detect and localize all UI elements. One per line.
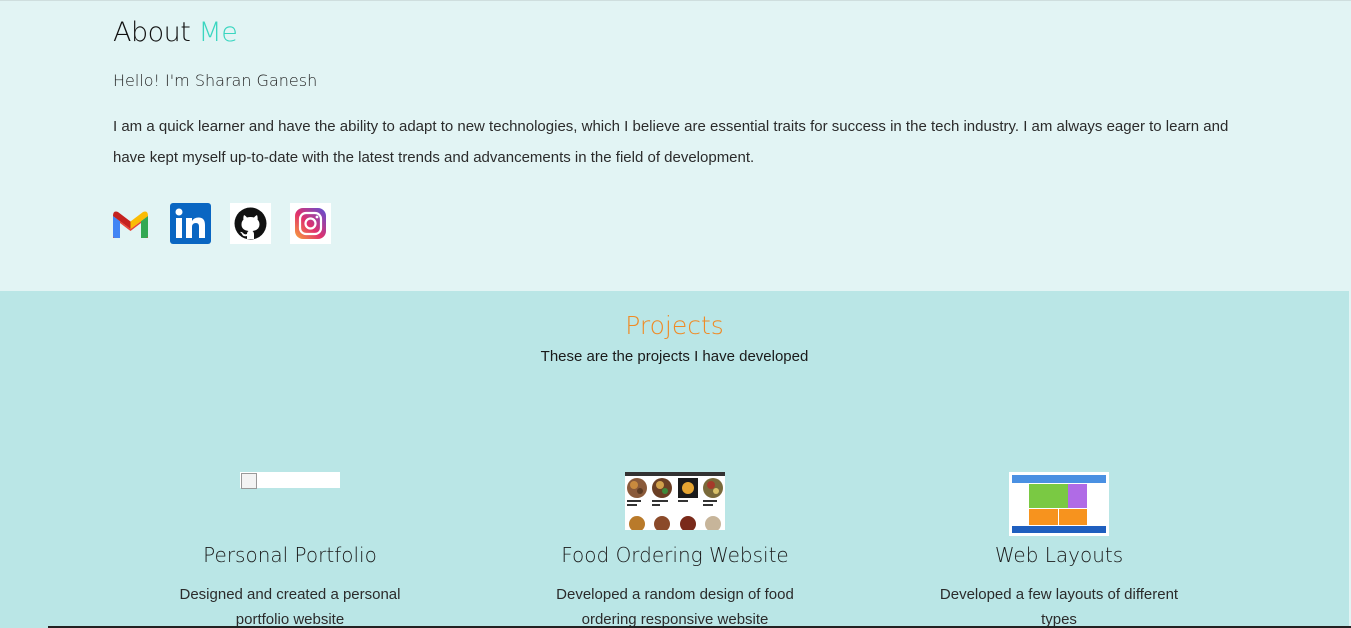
github-icon[interactable] (230, 203, 271, 244)
project-name: Food Ordering Website (561, 543, 789, 567)
gmail-icon[interactable] (110, 203, 151, 244)
instagram-icon[interactable] (290, 203, 331, 244)
project-card-web-layouts[interactable]: Web Layouts Developed a few layouts of d… (909, 472, 1209, 628)
project-card-food-ordering[interactable]: Food Ordering Website Developed a random… (525, 472, 825, 628)
projects-title: Projects (625, 311, 724, 340)
project-thumbnail[interactable] (1009, 472, 1109, 536)
projects-section: Projects These are the projects I have d… (0, 291, 1349, 628)
project-description: Designed and created a personal portfoli… (179, 586, 401, 628)
project-thumbnail-broken[interactable] (240, 472, 340, 489)
about-title: About Me (113, 17, 238, 48)
project-name: Personal Portfolio (203, 543, 377, 567)
project-description: Developed a random design of food orderi… (556, 586, 794, 628)
project-description: Developed a few layouts of different typ… (939, 586, 1179, 628)
project-card-portfolio[interactable]: Personal Portfolio Designed and created … (140, 472, 440, 628)
projects-subtitle: These are the projects I have developed (540, 348, 809, 365)
about-title-accent: Me (198, 17, 238, 48)
project-name: Web Layouts (994, 543, 1124, 567)
social-links (110, 203, 331, 244)
about-section: About Me Hello! I'm Sharan Ganesh I am a… (0, 0, 1351, 291)
bio-text: I am a quick learner and have the abilit… (113, 118, 1229, 166)
linkedin-icon[interactable] (170, 203, 211, 244)
project-thumbnail[interactable] (625, 472, 725, 530)
greeting-text: Hello! I'm Sharan Ganesh (113, 71, 318, 90)
